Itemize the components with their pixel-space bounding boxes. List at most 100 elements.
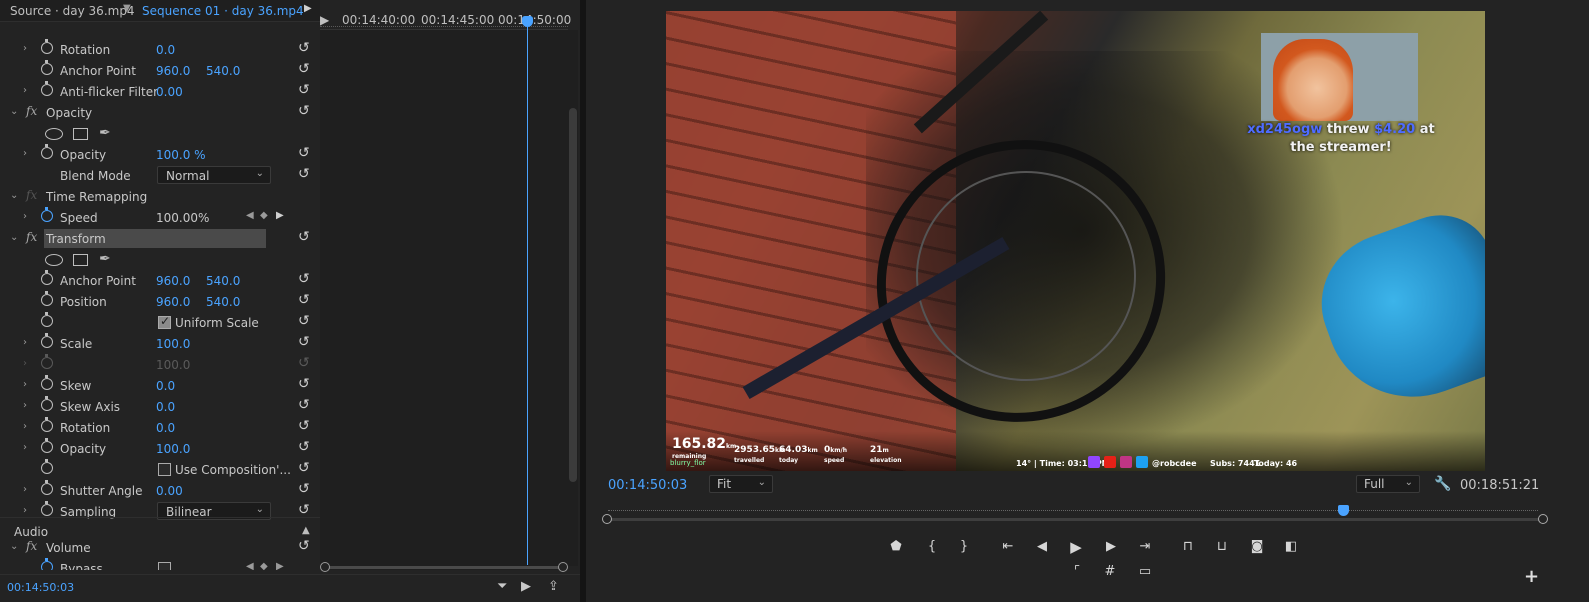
skew-value[interactable]: 0.0: [156, 379, 175, 393]
expand-arrow-icon[interactable]: ›: [23, 337, 27, 348]
anchor-y-value[interactable]: 540.0: [206, 64, 240, 78]
reset-icon[interactable]: ↺: [298, 103, 310, 119]
source-clip-tab[interactable]: Source · day 36.mp4: [10, 4, 135, 18]
pen-mask-icon[interactable]: ✒: [99, 125, 111, 141]
lift-icon[interactable]: ⊓: [1178, 537, 1198, 557]
add-keyframe-icon[interactable]: ◆: [260, 561, 268, 570]
position-x-value[interactable]: 960.0: [156, 295, 190, 309]
expand-arrow-icon[interactable]: ›: [23, 43, 27, 54]
export-icon[interactable]: ⇪: [548, 579, 559, 594]
expand-arrow-icon[interactable]: ›: [23, 85, 27, 96]
zoom-scrollbar[interactable]: [320, 560, 568, 574]
stopwatch-icon[interactable]: [41, 438, 53, 453]
anchor-x-value[interactable]: 960.0: [156, 64, 190, 78]
blend-mode-dropdown[interactable]: Normal ⌄: [157, 166, 271, 184]
add-keyframe-icon[interactable]: ◆: [260, 210, 268, 221]
reset-icon[interactable]: ↺: [298, 538, 310, 554]
next-keyframe-icon[interactable]: ▶: [276, 210, 284, 221]
current-timecode[interactable]: 00:14:50:03: [7, 581, 74, 594]
transform-header-highlight[interactable]: Transform: [44, 229, 266, 248]
stopwatch-icon[interactable]: [41, 480, 53, 495]
chevron-down-icon[interactable]: ▼: [123, 3, 131, 14]
scroll-handle-right[interactable]: [558, 562, 568, 572]
stopwatch-icon[interactable]: [41, 144, 53, 159]
button-editor-plus-icon[interactable]: +: [1524, 566, 1539, 587]
effect-timeline[interactable]: ▶ 00:14:40:00 00:14:45:00 00:14:50:00: [320, 0, 571, 570]
anchor-y-value[interactable]: 540.0: [206, 274, 240, 288]
stopwatch-icon[interactable]: [41, 207, 53, 222]
stopwatch-icon[interactable]: [41, 81, 53, 96]
scrub-handle-right[interactable]: [1538, 514, 1548, 524]
position-y-value[interactable]: 540.0: [206, 295, 240, 309]
reset-icon[interactable]: ↺: [298, 271, 310, 287]
ellipse-mask-icon[interactable]: [45, 128, 63, 140]
collapse-arrow-icon[interactable]: ⌄: [10, 106, 18, 117]
comparison-view-icon[interactable]: ◧: [1281, 537, 1301, 557]
mark-out-icon[interactable]: }: [954, 537, 974, 557]
expand-arrow-icon[interactable]: ›: [23, 148, 27, 159]
prev-keyframe-icon[interactable]: ◀: [246, 561, 254, 570]
play-icon[interactable]: ▶: [1066, 537, 1086, 557]
collapse-arrow-icon[interactable]: ⌄: [10, 541, 18, 552]
play-audio-icon[interactable]: ▶: [521, 579, 531, 594]
bypass-checkbox[interactable]: [158, 562, 171, 570]
reset-icon[interactable]: ↺: [298, 418, 310, 434]
scrollbar-track[interactable]: [326, 566, 562, 569]
sequence-clip-tab[interactable]: Sequence 01 · day 36.mp4: [142, 4, 304, 18]
reset-icon[interactable]: ↺: [298, 481, 310, 497]
ellipse-mask-icon[interactable]: [45, 254, 63, 266]
pen-mask-icon[interactable]: ✒: [99, 251, 111, 267]
reset-icon[interactable]: ↺: [298, 313, 310, 329]
anchor-x-value[interactable]: 960.0: [156, 274, 190, 288]
reset-icon[interactable]: ↺: [298, 292, 310, 308]
video-frame[interactable]: xd245ogw threw $4.20 at the streamer! 16…: [666, 11, 1485, 471]
opacity-value[interactable]: 100.0 %: [156, 148, 206, 162]
fx-icon[interactable]: fx: [26, 539, 37, 553]
reset-icon[interactable]: ↺: [298, 502, 310, 518]
stopwatch-icon[interactable]: [41, 459, 53, 474]
fx-icon[interactable]: fx: [26, 104, 37, 118]
rotation-value[interactable]: 0.0: [156, 421, 175, 435]
zoom-dropdown[interactable]: Fit ⌄: [709, 475, 773, 493]
add-marker-icon[interactable]: ⬟: [886, 537, 906, 557]
reset-icon[interactable]: ↺: [298, 334, 310, 350]
go-to-out-icon[interactable]: ⇥: [1135, 537, 1155, 557]
stopwatch-icon[interactable]: [41, 60, 53, 75]
rectangle-mask-icon[interactable]: [73, 254, 88, 266]
scrollbar-thumb[interactable]: [569, 108, 577, 482]
collapse-arrow-icon[interactable]: ⌄: [10, 190, 18, 201]
step-back-icon[interactable]: ◀: [1032, 537, 1052, 557]
expand-arrow-icon[interactable]: ›: [23, 211, 27, 222]
reset-icon[interactable]: ↺: [298, 61, 310, 77]
stopwatch-icon[interactable]: [41, 312, 53, 327]
filter-icon[interactable]: ⏷: [497, 579, 507, 594]
expand-arrow-icon[interactable]: ›: [23, 484, 27, 495]
go-to-in-icon[interactable]: ⇤: [998, 537, 1018, 557]
wrench-icon[interactable]: 🔧: [1434, 476, 1451, 492]
scroll-handle-left[interactable]: [320, 562, 330, 572]
reset-icon[interactable]: ↺: [298, 166, 310, 182]
anti-flicker-value[interactable]: 0.00: [156, 85, 183, 99]
reset-icon[interactable]: ↺: [298, 439, 310, 455]
rotation-value[interactable]: 0.0: [156, 43, 175, 57]
triangle-up-icon[interactable]: ▲: [302, 525, 310, 536]
vertical-scrollbar[interactable]: [568, 30, 578, 566]
reset-icon[interactable]: ↺: [298, 145, 310, 161]
opacity-value[interactable]: 100.0: [156, 442, 190, 456]
grid-icon[interactable]: #: [1100, 562, 1120, 582]
uniform-scale-checkbox[interactable]: [158, 314, 171, 329]
fx-icon[interactable]: fx: [26, 230, 37, 244]
expand-arrow-icon[interactable]: ›: [23, 505, 27, 516]
stopwatch-icon[interactable]: [41, 375, 53, 390]
stopwatch-icon[interactable]: [41, 417, 53, 432]
stopwatch-icon[interactable]: [41, 501, 53, 516]
expand-arrow-icon[interactable]: ›: [23, 379, 27, 390]
stopwatch-icon[interactable]: [41, 396, 53, 411]
speed-value[interactable]: 100.00%: [156, 211, 209, 225]
reset-icon[interactable]: ↺: [298, 376, 310, 392]
scrub-handle-left[interactable]: [602, 514, 612, 524]
safe-margins-icon[interactable]: ⌜: [1067, 562, 1087, 582]
next-keyframe-icon[interactable]: ▶: [276, 561, 284, 570]
expand-arrow-icon[interactable]: ›: [23, 442, 27, 453]
stopwatch-icon[interactable]: [41, 39, 53, 54]
